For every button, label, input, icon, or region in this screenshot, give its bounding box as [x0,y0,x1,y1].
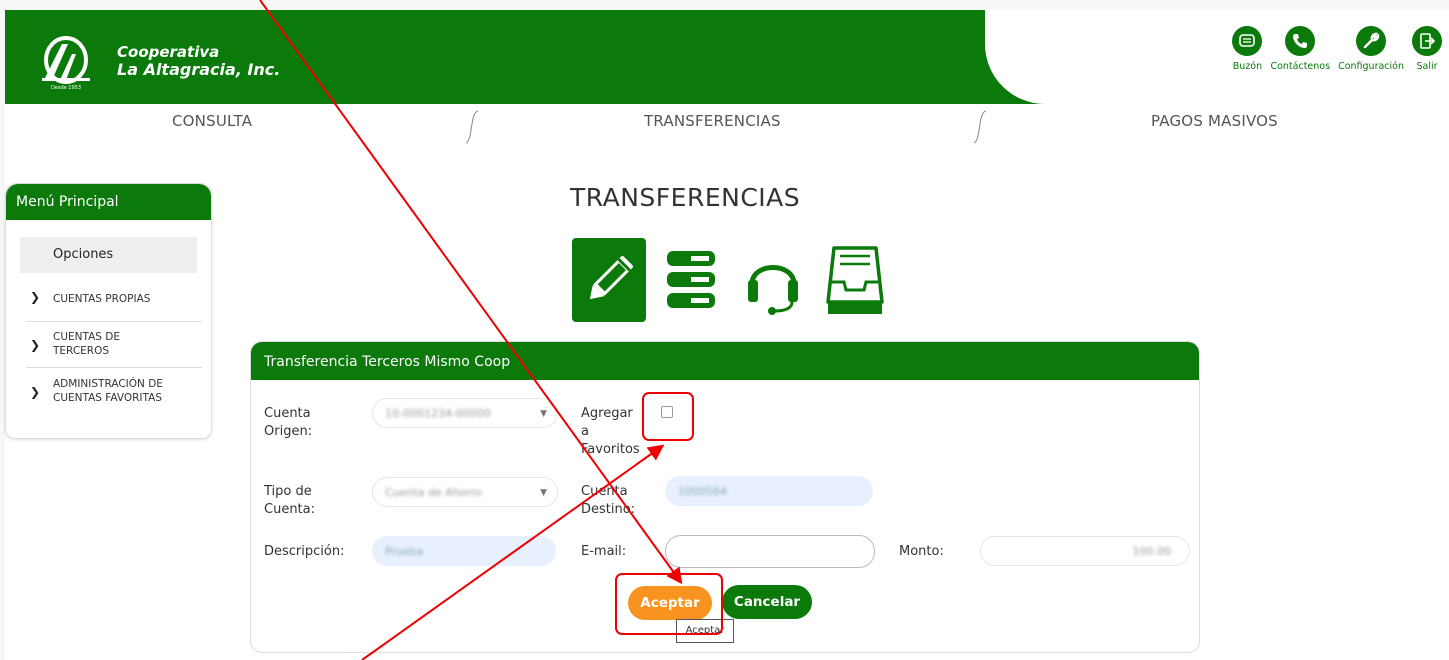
sidebar-item-cuentas-propias[interactable]: ❯ CUENTAS PROPIAS [6,290,211,314]
contactenos-button[interactable]: Contáctenos [1268,26,1332,72]
tipo-cuenta-select[interactable]: Cuenta de Ahorro ▼ [372,477,558,507]
main-nav: CONSULTA TRANSFERENCIAS PAGOS MASIVOS [5,104,1449,144]
sidebar-options-header: Opciones [20,237,197,273]
sidebar-item-admin-favoritas[interactable]: ❯ ADMINISTRACIÓN DE CUENTAS FAVORITAS [6,377,211,409]
cancelar-button[interactable]: Cancelar [722,585,812,619]
tipo-cuenta-label-line1: Tipo de [264,484,312,499]
descripcion-value: Prueba [385,545,424,558]
cuenta-destino-label: Cuenta Destino: [581,483,635,519]
sidebar-item-label-line1: ADMINISTRACIÓN DE [53,378,163,390]
configuracion-label: Configuración [1338,61,1404,72]
chevron-right-icon: ❯ [30,290,41,304]
edit-pencil-icon[interactable] [572,238,646,322]
form-title: Transferencia Terceros Mismo Coop [251,342,1199,380]
page-title: TRANSFERENCIAS [570,183,801,212]
tipo-cuenta-label-line2: Cuenta: [264,502,315,517]
server-list-icon[interactable] [654,238,728,322]
tipo-cuenta-value: Cuenta de Ahorro [385,486,482,499]
mailbox-icon [1232,26,1263,56]
monto-input[interactable]: 100.00 [980,536,1190,566]
chevron-down-icon: ▼ [540,488,547,498]
exit-icon [1412,26,1442,56]
nav-consulta[interactable]: CONSULTA [172,112,252,130]
agregar-favoritos-label: Agregar a Favoritos [581,405,640,459]
wrench-icon [1356,26,1387,56]
descripcion-input[interactable]: Prueba [372,536,556,566]
sidebar-item-label-line1: CUENTAS DE [53,331,121,343]
cuenta-origen-select[interactable]: 10-0001234-00000 ▼ [372,398,558,428]
chevron-down-icon: ▼ [540,409,547,419]
sidebar-item-label: CUENTAS DE TERCEROS [53,330,120,358]
annotation-box-accept [615,573,723,635]
inbox-tray-icon[interactable] [818,238,892,322]
cuenta-origen-label-line2: Origen: [264,424,313,439]
tipo-cuenta-label: Tipo de Cuenta: [264,483,315,519]
nav-separator [973,110,987,144]
sidebar-item-cuentas-terceros[interactable]: ❯ CUENTAS DE TERCEROS [6,330,211,362]
sidebar-title: Menú Principal [6,184,211,220]
cuenta-origen-label: Cuenta Origen: [264,405,312,441]
chevron-right-icon: ❯ [30,385,41,399]
contactenos-label: Contáctenos [1270,61,1331,72]
cuenta-origen-value: 10-0001234-00000 [385,407,491,420]
sidebar-item-label: ADMINISTRACIÓN DE CUENTAS FAVORITAS [53,377,163,405]
sidebar-item-label: CUENTAS PROPIAS [53,293,151,305]
cuenta-destino-label-line1: Cuenta [581,484,628,499]
chevron-right-icon: ❯ [30,338,41,352]
email-input[interactable] [665,535,875,568]
agregar-label-line2: a [581,424,589,439]
phone-icon [1285,26,1316,56]
coop-logo-icon[interactable]: Desde 1953 [38,34,94,94]
headset-icon[interactable] [736,238,810,322]
logo-tagline: Desde 1953 [51,85,81,91]
buzon-label: Buzón [1232,61,1263,72]
transfer-type-icons [572,238,892,322]
cuenta-destino-input[interactable]: 1000564 [665,476,873,506]
brand-line-1: Cooperativa [117,43,220,61]
agregar-label-line1: Agregar [581,406,633,421]
sidebar: Menú Principal Opciones ❯ CUENTAS PROPIA… [5,183,212,439]
email-label: E-mail: [581,544,627,559]
sidebar-item-label-line2: CUENTAS FAVORITAS [53,392,162,404]
annotation-box-checkbox [642,392,694,441]
agregar-label-line3: Favoritos [581,442,640,457]
sidebar-item-label-line2: TERCEROS [53,345,110,357]
sidebar-divider [26,367,202,368]
brand-line-2: La Altagracia, Inc. [117,60,281,79]
top-icon-bar: Buzón Contáctenos Configuración Salir [1230,26,1444,72]
cuenta-origen-label-line1: Cuenta [264,406,311,421]
cuenta-destino-value: 1000564 [678,485,727,498]
buzon-button[interactable]: Buzón [1230,26,1264,72]
monto-label: Monto: [899,544,944,559]
sidebar-divider [26,321,202,322]
brand-name: Cooperativa La Altagracia, Inc. [117,43,281,79]
configuracion-button[interactable]: Configuración [1336,26,1406,72]
nav-separator [465,110,479,144]
salir-label: Salir [1416,61,1438,72]
descripcion-label: Descripción: [264,544,345,559]
monto-value: 100.00 [1132,545,1172,558]
header-bar: Desde 1953 Cooperativa La Altagracia, In… [5,10,1449,104]
cuenta-destino-label-line2: Destino: [581,502,636,517]
nav-transferencias[interactable]: TRANSFERENCIAS [644,112,781,130]
nav-pagos-masivos[interactable]: PAGOS MASIVOS [1151,112,1278,130]
salir-button[interactable]: Salir [1410,26,1444,72]
